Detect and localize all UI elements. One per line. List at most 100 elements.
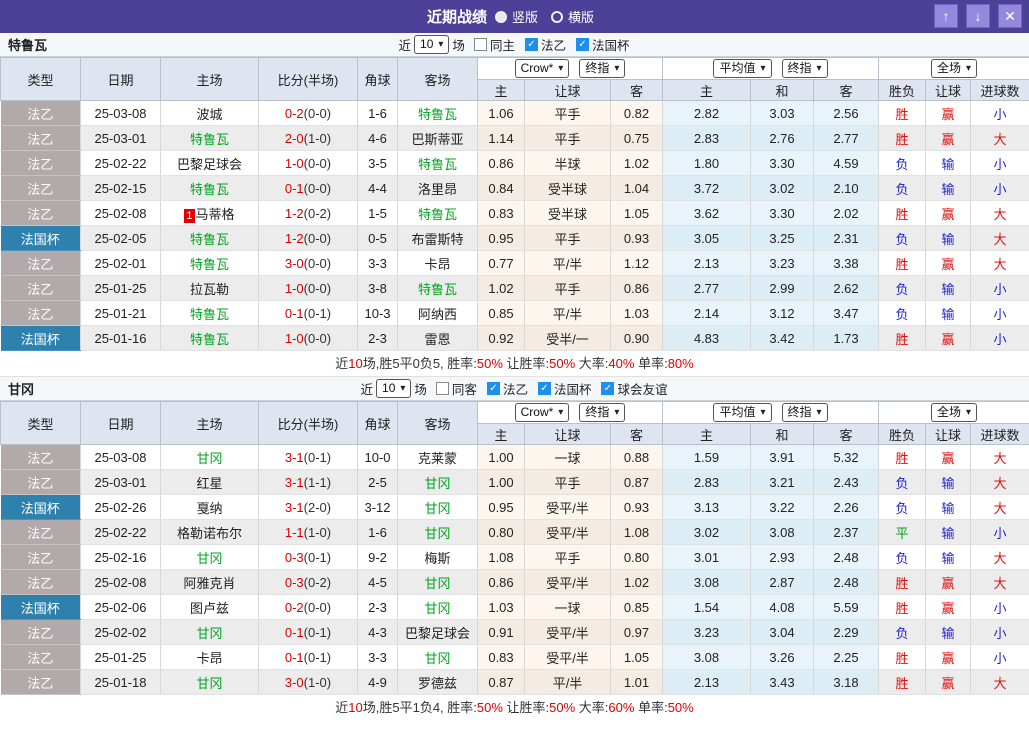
same-away-label[interactable]: 同客: [452, 379, 477, 398]
score-cell: 3-0(0-0): [259, 251, 358, 276]
coupe-checkbox[interactable]: [576, 38, 589, 51]
handicap-result-cell: 赢: [926, 126, 971, 151]
panel-title: 近期战绩: [427, 6, 487, 27]
team-link[interactable]: 特鲁瓦: [190, 232, 229, 247]
handicap-cell: 半球: [525, 151, 611, 176]
match-row: 法国杯25-02-26戛纳3-1(2-0)3-12甘冈0.95受平/半0.933…: [1, 495, 1029, 520]
team-link[interactable]: 特鲁瓦: [190, 307, 229, 322]
same-home-label[interactable]: 同主: [490, 35, 515, 54]
horizontal-view-radio[interactable]: [551, 11, 563, 23]
team-link[interactable]: 特鲁瓦: [418, 107, 457, 122]
team-link[interactable]: 特鲁瓦: [418, 157, 457, 172]
final-index-select-2[interactable]: 终指: [782, 59, 828, 78]
odds-source-select[interactable]: Crow*: [515, 59, 570, 78]
record-summary-troyes: 近10场,胜5平0负5, 胜率:50% 让胜率:50% 大率:40% 单率:80…: [0, 351, 1029, 377]
col-handicap-result: 让球: [926, 424, 971, 445]
opponent-name: 波城: [196, 107, 222, 122]
col-avg-away: 客: [814, 80, 879, 101]
goals-cell: 小: [971, 301, 1029, 326]
team-link[interactable]: 特鲁瓦: [190, 257, 229, 272]
team-link[interactable]: 甘冈: [196, 676, 222, 691]
section-bar: 特鲁瓦 近 10 场 同主 法乙 法国杯: [0, 33, 1029, 57]
same-home-checkbox[interactable]: [474, 38, 487, 51]
away-team-cell: 特鲁瓦: [398, 276, 478, 301]
horizontal-view-label[interactable]: 横版: [568, 7, 594, 26]
average-select[interactable]: 平均值: [713, 403, 771, 422]
full-match-select[interactable]: 全场: [931, 59, 977, 78]
avg-home-cell: 2.82: [663, 101, 751, 126]
odds-source-select[interactable]: Crow*: [515, 403, 570, 422]
league-cell: 法乙: [1, 520, 81, 545]
away-odds-cell: 0.80: [611, 545, 663, 570]
opponent-name: 马蒂格: [196, 207, 235, 222]
move-up-button[interactable]: ↑: [934, 4, 958, 28]
team-link[interactable]: 特鲁瓦: [190, 132, 229, 147]
team-link[interactable]: 特鲁瓦: [190, 332, 229, 347]
result-cell: 负: [879, 301, 926, 326]
avg-home-cell: 3.08: [663, 570, 751, 595]
coupe-checkbox[interactable]: [538, 382, 551, 395]
team-link[interactable]: 甘冈: [424, 601, 450, 616]
avg-away-cell: 2.48: [814, 545, 879, 570]
average-select[interactable]: 平均值: [713, 59, 771, 78]
final-index-select-2[interactable]: 终指: [782, 403, 828, 422]
team-link[interactable]: 甘冈: [424, 576, 450, 591]
coupe-label[interactable]: 法国杯: [592, 35, 630, 54]
handicap-cell: 受半球: [525, 201, 611, 226]
away-odds-cell: 1.08: [611, 520, 663, 545]
team-link[interactable]: 甘冈: [196, 551, 222, 566]
team-link[interactable]: 甘冈: [196, 626, 222, 641]
friendly-checkbox[interactable]: [601, 382, 614, 395]
match-count-select[interactable]: 10: [376, 379, 411, 398]
vertical-view-label[interactable]: 竖版: [512, 7, 538, 26]
close-icon: ✕: [1004, 8, 1016, 25]
avg-away-cell: 2.02: [814, 201, 879, 226]
result-cell: 负: [879, 151, 926, 176]
final-index-select[interactable]: 终指: [579, 59, 625, 78]
goals-cell: 小: [971, 645, 1029, 670]
away-team-cell: 罗德兹: [398, 670, 478, 695]
col-handicap-result: 让球: [926, 80, 971, 101]
full-match-select[interactable]: 全场: [931, 403, 977, 422]
league-cell: 法乙: [1, 445, 81, 470]
away-odds-cell: 0.97: [611, 620, 663, 645]
date-cell: 25-03-08: [81, 101, 161, 126]
friendly-label[interactable]: 球会友谊: [617, 379, 667, 398]
avg-draw-cell: 3.04: [751, 620, 814, 645]
match-count-select[interactable]: 10: [414, 35, 449, 54]
goals-cell: 大: [971, 251, 1029, 276]
avg-draw-cell: 3.42: [751, 326, 814, 351]
team-link[interactable]: 特鲁瓦: [190, 182, 229, 197]
section-troyes: 特鲁瓦 近 10 场 同主 法乙 法国杯 类型: [0, 33, 1029, 377]
handicap-cell: 平手: [525, 101, 611, 126]
team-link[interactable]: 特鲁瓦: [418, 282, 457, 297]
home-odds-cell: 0.86: [478, 151, 525, 176]
ligue2-label[interactable]: 法乙: [541, 35, 566, 54]
handicap-result-cell: 输: [926, 495, 971, 520]
team-link[interactable]: 甘冈: [424, 476, 450, 491]
team-link[interactable]: 特鲁瓦: [418, 207, 457, 222]
team-link[interactable]: 甘冈: [424, 651, 450, 666]
team-link[interactable]: 甘冈: [424, 501, 450, 516]
team-link[interactable]: 甘冈: [196, 451, 222, 466]
score-cell: 0-2(0-0): [259, 595, 358, 620]
opponent-name: 阿纳西: [418, 307, 457, 322]
ligue2-checkbox[interactable]: [525, 38, 538, 51]
ligue2-label[interactable]: 法乙: [503, 379, 528, 398]
ligue2-checkbox[interactable]: [487, 382, 500, 395]
vertical-view-radio[interactable]: [495, 11, 507, 23]
home-odds-cell: 0.92: [478, 326, 525, 351]
same-away-checkbox[interactable]: [436, 382, 449, 395]
home-team-cell: 特鲁瓦: [161, 126, 259, 151]
move-down-button[interactable]: ↓: [966, 4, 990, 28]
team-link[interactable]: 甘冈: [424, 526, 450, 541]
final-index-select[interactable]: 终指: [579, 403, 625, 422]
league-cell: 法乙: [1, 670, 81, 695]
close-button[interactable]: ✕: [998, 4, 1022, 28]
home-odds-cell: 0.80: [478, 520, 525, 545]
home-team-cell: 特鲁瓦: [161, 226, 259, 251]
avg-home-cell: 3.08: [663, 645, 751, 670]
fullmatch-group-header: 全场: [879, 402, 1029, 424]
col-corner: 角球: [358, 58, 398, 101]
coupe-label[interactable]: 法国杯: [554, 379, 592, 398]
